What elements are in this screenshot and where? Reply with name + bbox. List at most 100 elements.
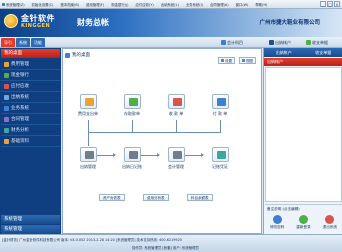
report-balance-sheet-button[interactable]: 资产负债表 [99, 194, 125, 201]
exit-button[interactable]: 退出系统 [319, 214, 341, 234]
logo-subtext: KINGGEN [21, 23, 51, 29]
sidebar-item-label: 合同管理 [11, 117, 29, 122]
node-box [211, 147, 229, 162]
sidebar-tabs: 导引 系统 功能 [1, 38, 46, 47]
key-icon [272, 215, 282, 224]
node-accounting[interactable]: 会计管理 [159, 147, 193, 170]
node-receipt[interactable]: 收 款 单 [159, 94, 193, 117]
voucher-icon [216, 151, 226, 159]
base-data-icon [4, 138, 9, 144]
menu-label: 系统管理(Z) [6, 2, 25, 7]
contract-icon [4, 116, 9, 122]
sidebar-item-cashier[interactable]: 出纳系统 [1, 92, 60, 103]
right-panel: 出纳帐户 收支单据 出纳帐户 备注说明 (点击编辑) 修改密码 重新登录 退出系… [263, 48, 342, 234]
menu-label: 基本档案(B) [60, 2, 80, 7]
menu-help[interactable]: 帮助(H) [255, 2, 267, 7]
node-cashier-journal[interactable]: 出纳日记账 [115, 147, 149, 170]
menu-system-icon [2, 2, 5, 6]
connector-line [220, 120, 221, 132]
node-payment[interactable]: 付 款 单 [203, 94, 237, 117]
menu-window[interactable]: 窗口(W) [236, 2, 249, 7]
menu-cashier[interactable]: 出纳系统(L) [161, 2, 179, 7]
node-box [167, 147, 185, 162]
change-password-button[interactable]: 修改密码 [266, 214, 288, 234]
close-button[interactable]: × [334, 1, 340, 7]
report-subject-balance-button[interactable]: 科目余额表 [187, 194, 213, 201]
toolbar: 导引 系统 功能 会计科目 出纳帐户 收支单据 [0, 37, 342, 48]
menu-contract[interactable]: 合同管理(A) [210, 2, 229, 7]
sidebar-item-label: 现金银行 [11, 73, 29, 78]
node-label: 会计管理 [168, 164, 184, 169]
right-panel-actions: 修改密码 重新登录 退出系统 [264, 214, 342, 234]
note-area[interactable]: 备注说明 (点击编辑) [265, 204, 342, 212]
receipt-button[interactable]: 收支单据 [303, 38, 331, 47]
analysis-icon [4, 127, 9, 133]
sidebar-bottom-tab[interactable]: 系统管理 [1, 225, 60, 234]
node-box [79, 147, 97, 162]
tab-function[interactable]: 功能 [31, 38, 45, 47]
connector-line [88, 120, 89, 132]
node-deposit[interactable]: 存取款单 [115, 94, 149, 117]
sidebar-header[interactable]: 我的桌面 [1, 49, 60, 58]
sidebar-item-label: 业务系统 [11, 106, 29, 111]
relogin-button[interactable]: 重新登录 [292, 214, 314, 234]
menu-archive[interactable]: 基本档案(B) [61, 2, 80, 7]
cashier-icon [4, 94, 9, 100]
menu-label: 费用管理(F) [86, 2, 105, 7]
menu-label: 初始化设置(C) [31, 2, 54, 7]
sidebar-header-label: 我的桌面 [4, 51, 22, 56]
tab-guide[interactable]: 导引 [1, 38, 15, 47]
tab-system[interactable]: 系统 [16, 38, 30, 47]
menu-expense[interactable]: 费用管理(F) [86, 2, 104, 7]
menu-bank[interactable]: 现金银行(J) [111, 2, 128, 7]
subject-icon [221, 40, 226, 45]
deposit-icon [128, 98, 138, 106]
menu-label: 合同管理(A) [210, 2, 229, 7]
sidebar-item-business[interactable]: 业务系统 [1, 103, 60, 114]
sidebar-item-analysis[interactable]: 财务分析 [1, 125, 60, 136]
node-box [123, 147, 141, 162]
minimize-button[interactable]: _ [320, 1, 326, 7]
node-label: 付 款 单 [212, 111, 228, 116]
connector-line [132, 120, 133, 132]
node-expense[interactable]: 费用支出单 [71, 94, 105, 117]
report-expense-analysis-button[interactable]: 费用分析表 [143, 194, 169, 201]
cashier-mgmt-icon [84, 151, 94, 159]
account-subject-button[interactable]: 会计科目 [218, 38, 246, 47]
maximize-button[interactable]: □ [327, 1, 333, 7]
node-label: 出纳管理 [80, 164, 96, 169]
account-list[interactable] [265, 67, 342, 202]
sidebar-item-contract[interactable]: 合同管理 [1, 114, 60, 125]
right-panel-tabs: 出纳帐户 收支单据 [264, 48, 342, 57]
sidebar-item-base-data[interactable]: 基础资料 [1, 136, 60, 147]
action-label: 重新登录 [296, 225, 311, 229]
action-label: 修改密码 [269, 225, 285, 229]
connector-line [176, 120, 177, 132]
menu-ledger[interactable]: 应付应收(Y) [135, 2, 153, 7]
sidebar-item-bank[interactable]: 现金银行 [1, 70, 60, 81]
connector-bus [88, 132, 221, 133]
sidebar-bottom-tab[interactable]: 系统管理 [1, 215, 60, 224]
node-voucher[interactable]: 记账凭证 [203, 147, 237, 170]
node-cashier-mgmt[interactable]: 出纳管理 [71, 147, 105, 170]
sidebar: 我的桌面 费用管理 现金银行 应付应收 出纳系统 业务系统 合同管理 财务分析 … [0, 48, 61, 234]
out-account-button[interactable]: 出纳帐户 [266, 38, 294, 47]
menu-init[interactable]: 初始化设置(C) [32, 2, 54, 7]
desktop-panel: 我的桌面 设置 视图 费用支出单 存取款单 收 款 单 付 款 单 出纳管理 出… [62, 48, 262, 234]
account-subject-label: 会计科目 [227, 40, 243, 45]
expense-doc-icon [84, 98, 94, 106]
sidebar-item-ledger[interactable]: 应付应收 [1, 81, 60, 92]
tab-out-account[interactable]: 出纳帐户 [264, 48, 304, 57]
sidebar-item-label: 财务分析 [11, 128, 29, 133]
ledger-icon [4, 83, 9, 89]
sidebar-item-expense[interactable]: 费用管理 [1, 59, 60, 70]
node-label: 记账凭证 [212, 164, 228, 169]
menu-business[interactable]: 业务系统(I) [186, 2, 203, 7]
menu-system[interactable]: 系统管理(Z) [2, 2, 25, 7]
node-label: 存取款单 [124, 111, 140, 116]
node-label: 收 款 单 [168, 111, 184, 116]
node-label: 出纳日记账 [122, 164, 142, 169]
account-list-header[interactable]: 出纳帐户 [264, 58, 342, 66]
connector-line [88, 132, 89, 146]
tab-receipts[interactable]: 收支单据 [304, 48, 342, 57]
